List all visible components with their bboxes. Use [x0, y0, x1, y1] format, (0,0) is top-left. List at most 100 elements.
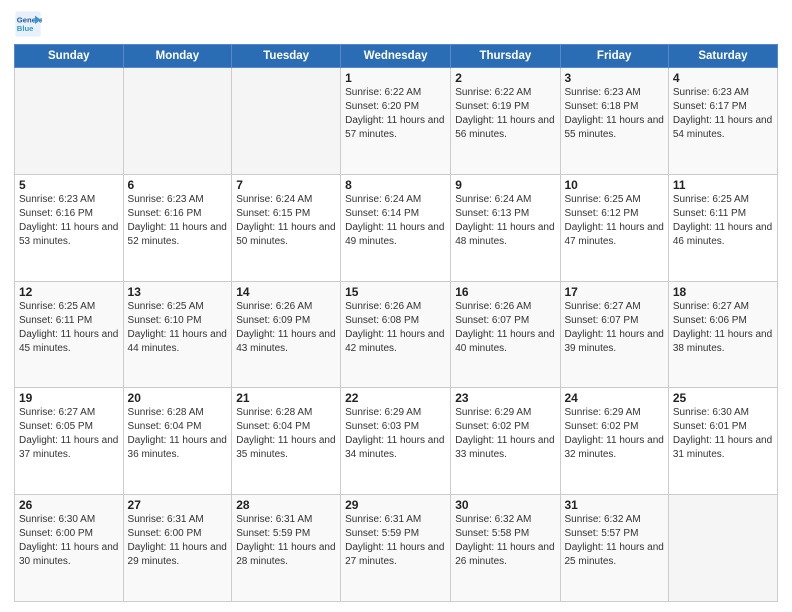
calendar-cell: 24Sunrise: 6:29 AM Sunset: 6:02 PM Dayli… [560, 388, 668, 495]
day-info: Sunrise: 6:28 AM Sunset: 6:04 PM Dayligh… [128, 406, 228, 462]
day-info: Sunrise: 6:30 AM Sunset: 6:01 PM Dayligh… [673, 406, 773, 462]
day-info: Sunrise: 6:31 AM Sunset: 6:00 PM Dayligh… [128, 513, 228, 569]
calendar-cell: 17Sunrise: 6:27 AM Sunset: 6:07 PM Dayli… [560, 281, 668, 388]
day-header: Tuesday [232, 45, 341, 68]
day-number: 17 [565, 285, 664, 299]
day-number: 30 [455, 498, 555, 512]
day-number: 7 [236, 178, 336, 192]
day-number: 10 [565, 178, 664, 192]
calendar-cell: 6Sunrise: 6:23 AM Sunset: 6:16 PM Daylig… [123, 174, 232, 281]
day-info: Sunrise: 6:26 AM Sunset: 6:07 PM Dayligh… [455, 300, 555, 356]
calendar-cell: 1Sunrise: 6:22 AM Sunset: 6:20 PM Daylig… [341, 68, 451, 175]
day-info: Sunrise: 6:29 AM Sunset: 6:03 PM Dayligh… [345, 406, 446, 462]
day-number: 26 [19, 498, 119, 512]
day-info: Sunrise: 6:23 AM Sunset: 6:17 PM Dayligh… [673, 86, 773, 142]
day-info: Sunrise: 6:25 AM Sunset: 6:12 PM Dayligh… [565, 193, 664, 249]
calendar-cell: 3Sunrise: 6:23 AM Sunset: 6:18 PM Daylig… [560, 68, 668, 175]
day-info: Sunrise: 6:32 AM Sunset: 5:57 PM Dayligh… [565, 513, 664, 569]
day-header: Friday [560, 45, 668, 68]
day-number: 6 [128, 178, 228, 192]
day-info: Sunrise: 6:27 AM Sunset: 6:05 PM Dayligh… [19, 406, 119, 462]
day-number: 3 [565, 71, 664, 85]
calendar-cell: 8Sunrise: 6:24 AM Sunset: 6:14 PM Daylig… [341, 174, 451, 281]
day-number: 14 [236, 285, 336, 299]
day-info: Sunrise: 6:28 AM Sunset: 6:04 PM Dayligh… [236, 406, 336, 462]
calendar-table: SundayMondayTuesdayWednesdayThursdayFrid… [14, 44, 778, 602]
calendar-cell: 28Sunrise: 6:31 AM Sunset: 5:59 PM Dayli… [232, 495, 341, 602]
header: General Blue [14, 10, 778, 38]
day-number: 2 [455, 71, 555, 85]
day-info: Sunrise: 6:25 AM Sunset: 6:11 PM Dayligh… [673, 193, 773, 249]
day-info: Sunrise: 6:23 AM Sunset: 6:16 PM Dayligh… [19, 193, 119, 249]
day-number: 31 [565, 498, 664, 512]
calendar-cell: 15Sunrise: 6:26 AM Sunset: 6:08 PM Dayli… [341, 281, 451, 388]
day-number: 4 [673, 71, 773, 85]
calendar-cell: 22Sunrise: 6:29 AM Sunset: 6:03 PM Dayli… [341, 388, 451, 495]
day-number: 25 [673, 391, 773, 405]
day-number: 28 [236, 498, 336, 512]
day-info: Sunrise: 6:24 AM Sunset: 6:14 PM Dayligh… [345, 193, 446, 249]
day-info: Sunrise: 6:31 AM Sunset: 5:59 PM Dayligh… [236, 513, 336, 569]
day-info: Sunrise: 6:32 AM Sunset: 5:58 PM Dayligh… [455, 513, 555, 569]
day-header: Thursday [451, 45, 560, 68]
calendar-cell: 12Sunrise: 6:25 AM Sunset: 6:11 PM Dayli… [15, 281, 124, 388]
calendar-cell: 11Sunrise: 6:25 AM Sunset: 6:11 PM Dayli… [668, 174, 777, 281]
calendar-cell: 16Sunrise: 6:26 AM Sunset: 6:07 PM Dayli… [451, 281, 560, 388]
day-number: 1 [345, 71, 446, 85]
calendar-cell: 7Sunrise: 6:24 AM Sunset: 6:15 PM Daylig… [232, 174, 341, 281]
day-header: Monday [123, 45, 232, 68]
calendar-cell: 27Sunrise: 6:31 AM Sunset: 6:00 PM Dayli… [123, 495, 232, 602]
day-number: 24 [565, 391, 664, 405]
day-number: 29 [345, 498, 446, 512]
logo: General Blue [14, 10, 42, 38]
day-number: 21 [236, 391, 336, 405]
calendar-cell: 31Sunrise: 6:32 AM Sunset: 5:57 PM Dayli… [560, 495, 668, 602]
calendar-cell: 5Sunrise: 6:23 AM Sunset: 6:16 PM Daylig… [15, 174, 124, 281]
day-number: 8 [345, 178, 446, 192]
day-info: Sunrise: 6:24 AM Sunset: 6:13 PM Dayligh… [455, 193, 555, 249]
day-info: Sunrise: 6:25 AM Sunset: 6:11 PM Dayligh… [19, 300, 119, 356]
day-number: 19 [19, 391, 119, 405]
day-number: 22 [345, 391, 446, 405]
day-info: Sunrise: 6:27 AM Sunset: 6:06 PM Dayligh… [673, 300, 773, 356]
calendar-cell [123, 68, 232, 175]
calendar-cell: 10Sunrise: 6:25 AM Sunset: 6:12 PM Dayli… [560, 174, 668, 281]
day-number: 16 [455, 285, 555, 299]
calendar-cell [15, 68, 124, 175]
page: General Blue SundayMondayTuesdayWednesda… [0, 0, 792, 612]
day-info: Sunrise: 6:24 AM Sunset: 6:15 PM Dayligh… [236, 193, 336, 249]
day-info: Sunrise: 6:26 AM Sunset: 6:09 PM Dayligh… [236, 300, 336, 356]
calendar-cell [668, 495, 777, 602]
calendar-cell [232, 68, 341, 175]
day-info: Sunrise: 6:26 AM Sunset: 6:08 PM Dayligh… [345, 300, 446, 356]
calendar-cell: 21Sunrise: 6:28 AM Sunset: 6:04 PM Dayli… [232, 388, 341, 495]
day-number: 13 [128, 285, 228, 299]
calendar-cell: 14Sunrise: 6:26 AM Sunset: 6:09 PM Dayli… [232, 281, 341, 388]
day-number: 20 [128, 391, 228, 405]
day-header: Sunday [15, 45, 124, 68]
calendar-cell: 25Sunrise: 6:30 AM Sunset: 6:01 PM Dayli… [668, 388, 777, 495]
day-info: Sunrise: 6:30 AM Sunset: 6:00 PM Dayligh… [19, 513, 119, 569]
calendar-cell: 30Sunrise: 6:32 AM Sunset: 5:58 PM Dayli… [451, 495, 560, 602]
day-header: Wednesday [341, 45, 451, 68]
calendar-cell: 20Sunrise: 6:28 AM Sunset: 6:04 PM Dayli… [123, 388, 232, 495]
calendar-cell: 29Sunrise: 6:31 AM Sunset: 5:59 PM Dayli… [341, 495, 451, 602]
day-info: Sunrise: 6:22 AM Sunset: 6:20 PM Dayligh… [345, 86, 446, 142]
calendar-cell: 4Sunrise: 6:23 AM Sunset: 6:17 PM Daylig… [668, 68, 777, 175]
calendar-cell: 18Sunrise: 6:27 AM Sunset: 6:06 PM Dayli… [668, 281, 777, 388]
calendar-cell: 19Sunrise: 6:27 AM Sunset: 6:05 PM Dayli… [15, 388, 124, 495]
calendar-cell: 9Sunrise: 6:24 AM Sunset: 6:13 PM Daylig… [451, 174, 560, 281]
day-info: Sunrise: 6:23 AM Sunset: 6:18 PM Dayligh… [565, 86, 664, 142]
day-number: 12 [19, 285, 119, 299]
day-info: Sunrise: 6:23 AM Sunset: 6:16 PM Dayligh… [128, 193, 228, 249]
day-info: Sunrise: 6:27 AM Sunset: 6:07 PM Dayligh… [565, 300, 664, 356]
day-info: Sunrise: 6:22 AM Sunset: 6:19 PM Dayligh… [455, 86, 555, 142]
calendar-cell: 2Sunrise: 6:22 AM Sunset: 6:19 PM Daylig… [451, 68, 560, 175]
day-info: Sunrise: 6:31 AM Sunset: 5:59 PM Dayligh… [345, 513, 446, 569]
day-number: 23 [455, 391, 555, 405]
day-number: 11 [673, 178, 773, 192]
calendar-cell: 13Sunrise: 6:25 AM Sunset: 6:10 PM Dayli… [123, 281, 232, 388]
day-number: 27 [128, 498, 228, 512]
day-info: Sunrise: 6:29 AM Sunset: 6:02 PM Dayligh… [455, 406, 555, 462]
svg-text:Blue: Blue [17, 24, 34, 33]
